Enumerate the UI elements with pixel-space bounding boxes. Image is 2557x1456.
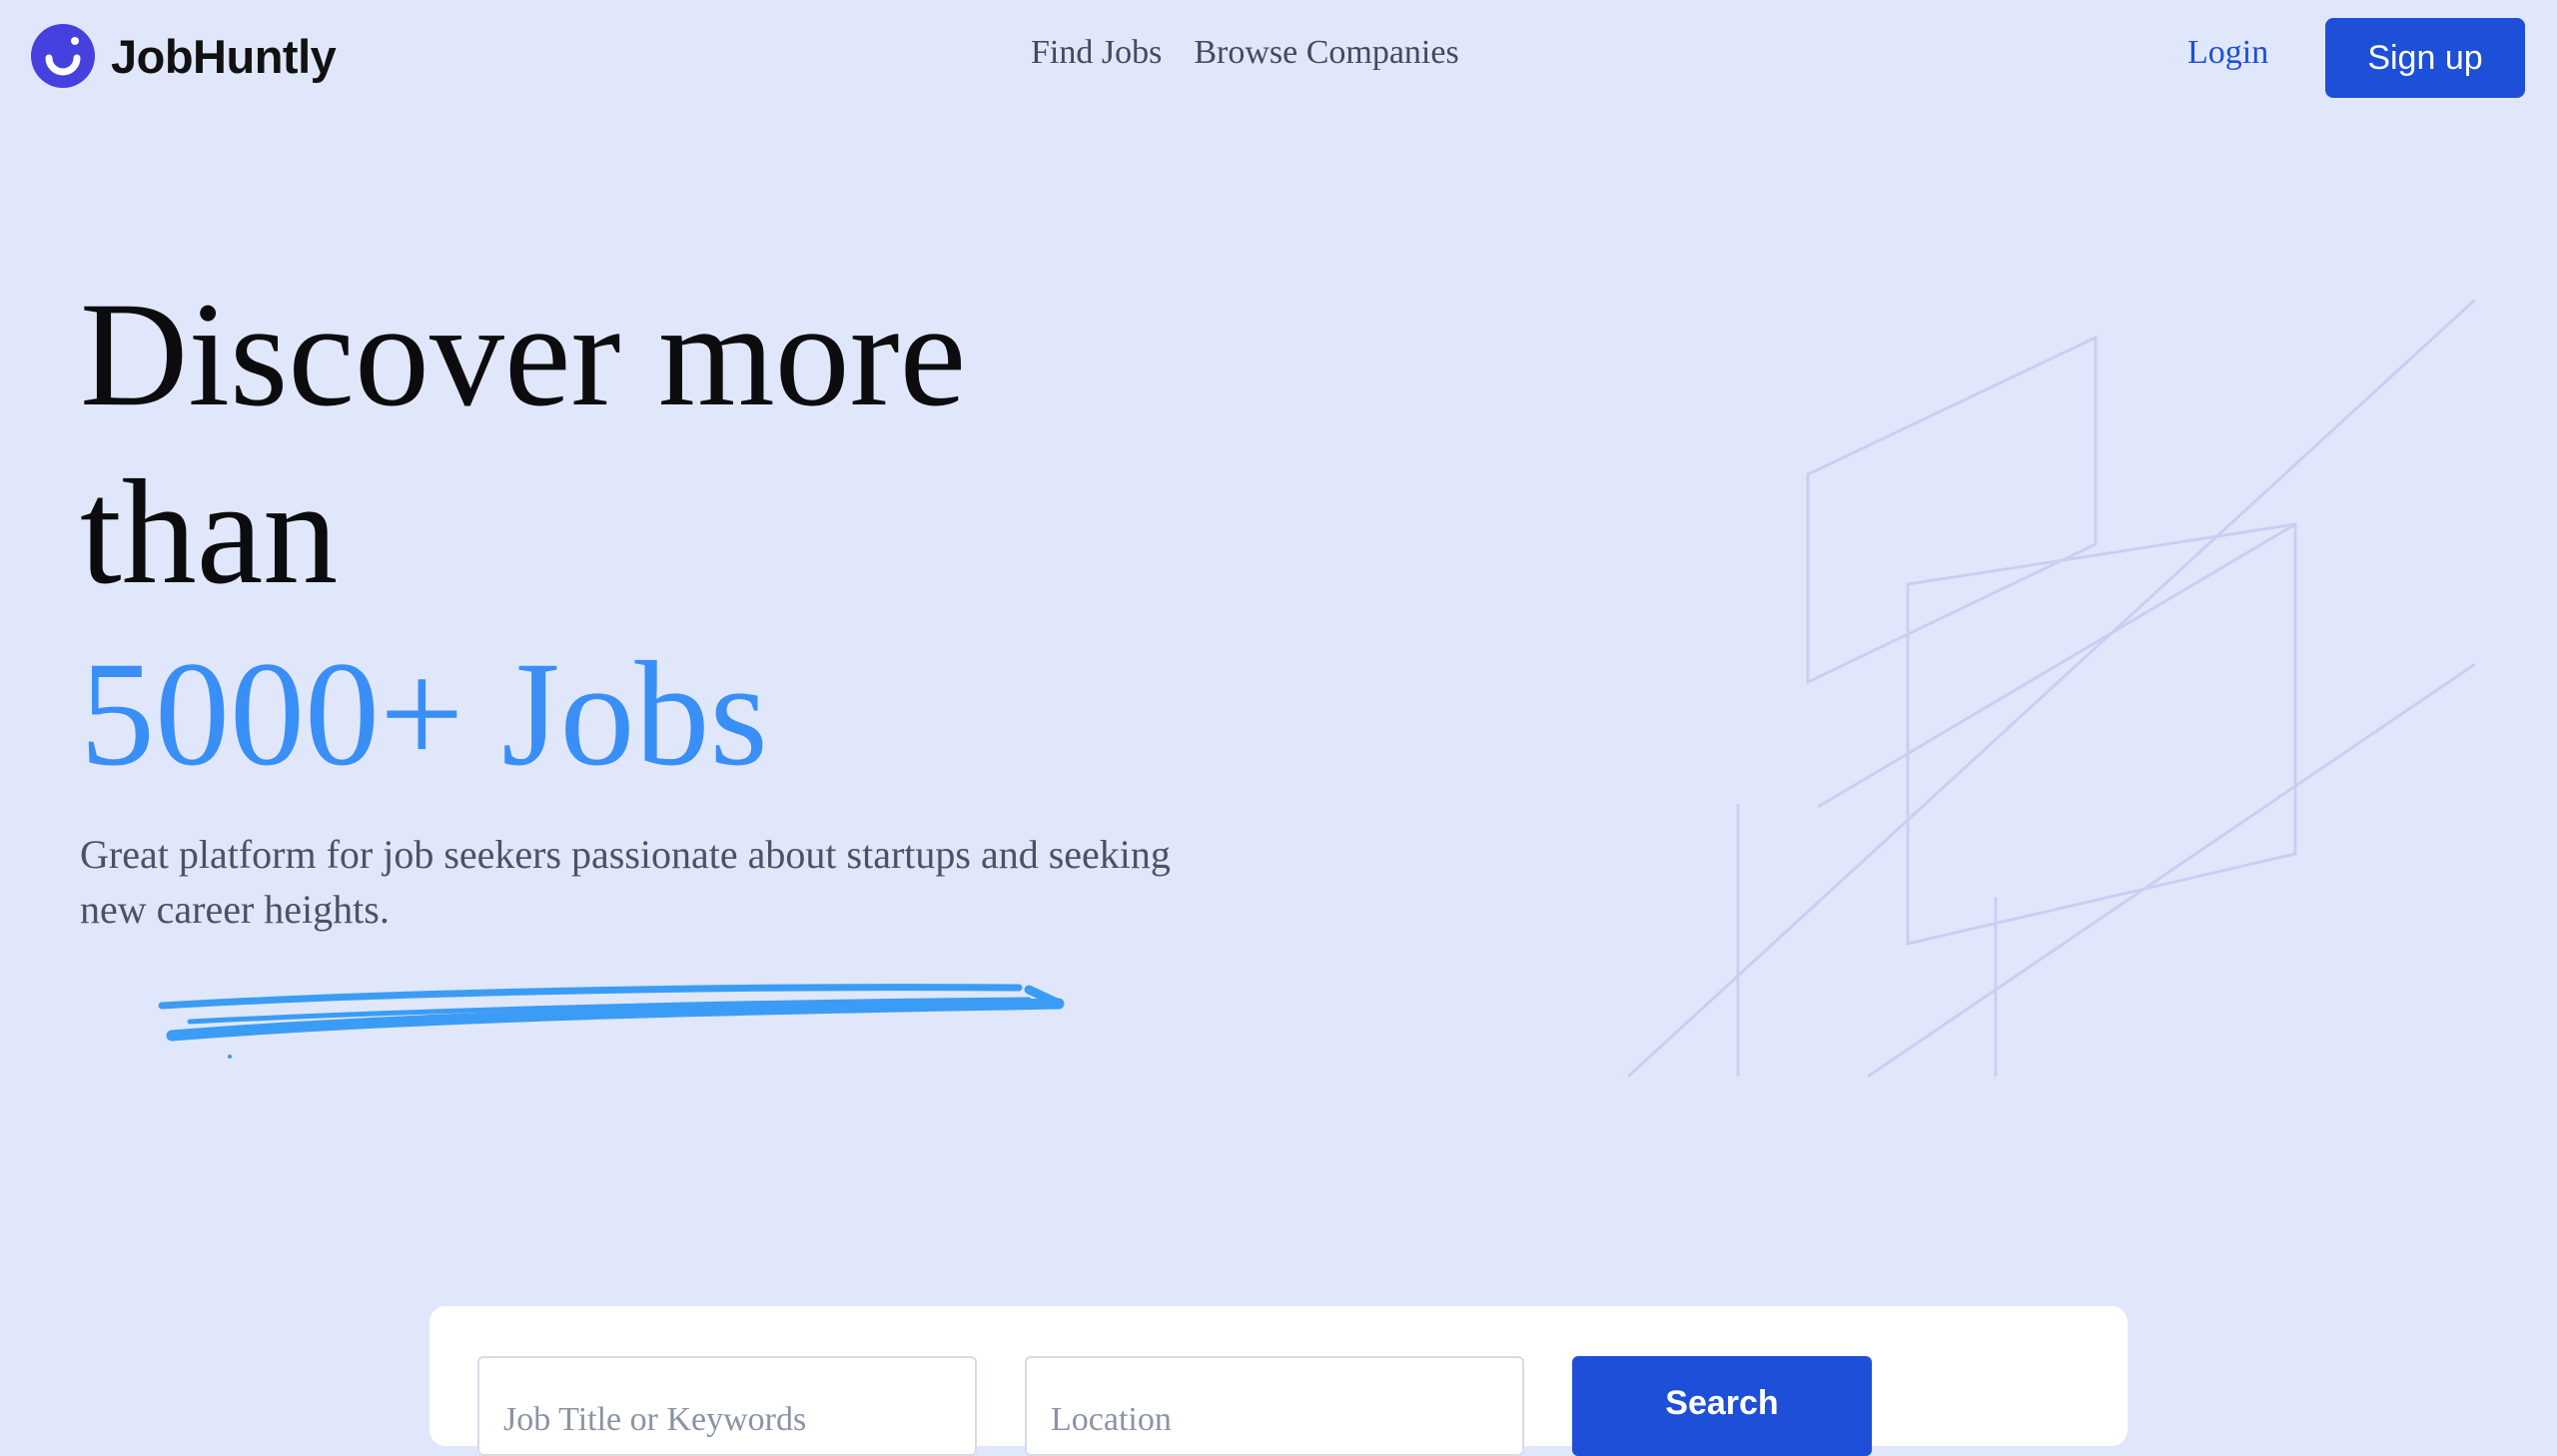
brand-logo[interactable]: JobHuntly (31, 24, 337, 88)
hero-title-highlight: 5000+ Jobs (80, 631, 768, 797)
hero-subtitle: Great platform for job seekers passionat… (80, 832, 1171, 932)
logo-icon (31, 24, 95, 88)
nav-browse-companies[interactable]: Browse Companies (1194, 34, 1458, 72)
hero-title-line2: than (80, 449, 339, 615)
search-button[interactable]: Search (1572, 1356, 1872, 1456)
search-card: Search (429, 1306, 2128, 1456)
background-pattern (1628, 300, 2477, 1079)
brand-name: JobHuntly (111, 29, 337, 83)
keyword-input[interactable] (477, 1356, 977, 1456)
location-input[interactable] (1025, 1356, 1524, 1456)
main-nav: Find Jobs Browse Companies (1031, 34, 1459, 72)
signup-button[interactable]: Sign up (2325, 18, 2525, 98)
nav-find-jobs[interactable]: Find Jobs (1031, 34, 1162, 72)
hero-title-line1: Discover more (80, 272, 967, 437)
underline-scribble (158, 984, 1065, 1059)
login-link[interactable]: Login (2187, 34, 2268, 72)
